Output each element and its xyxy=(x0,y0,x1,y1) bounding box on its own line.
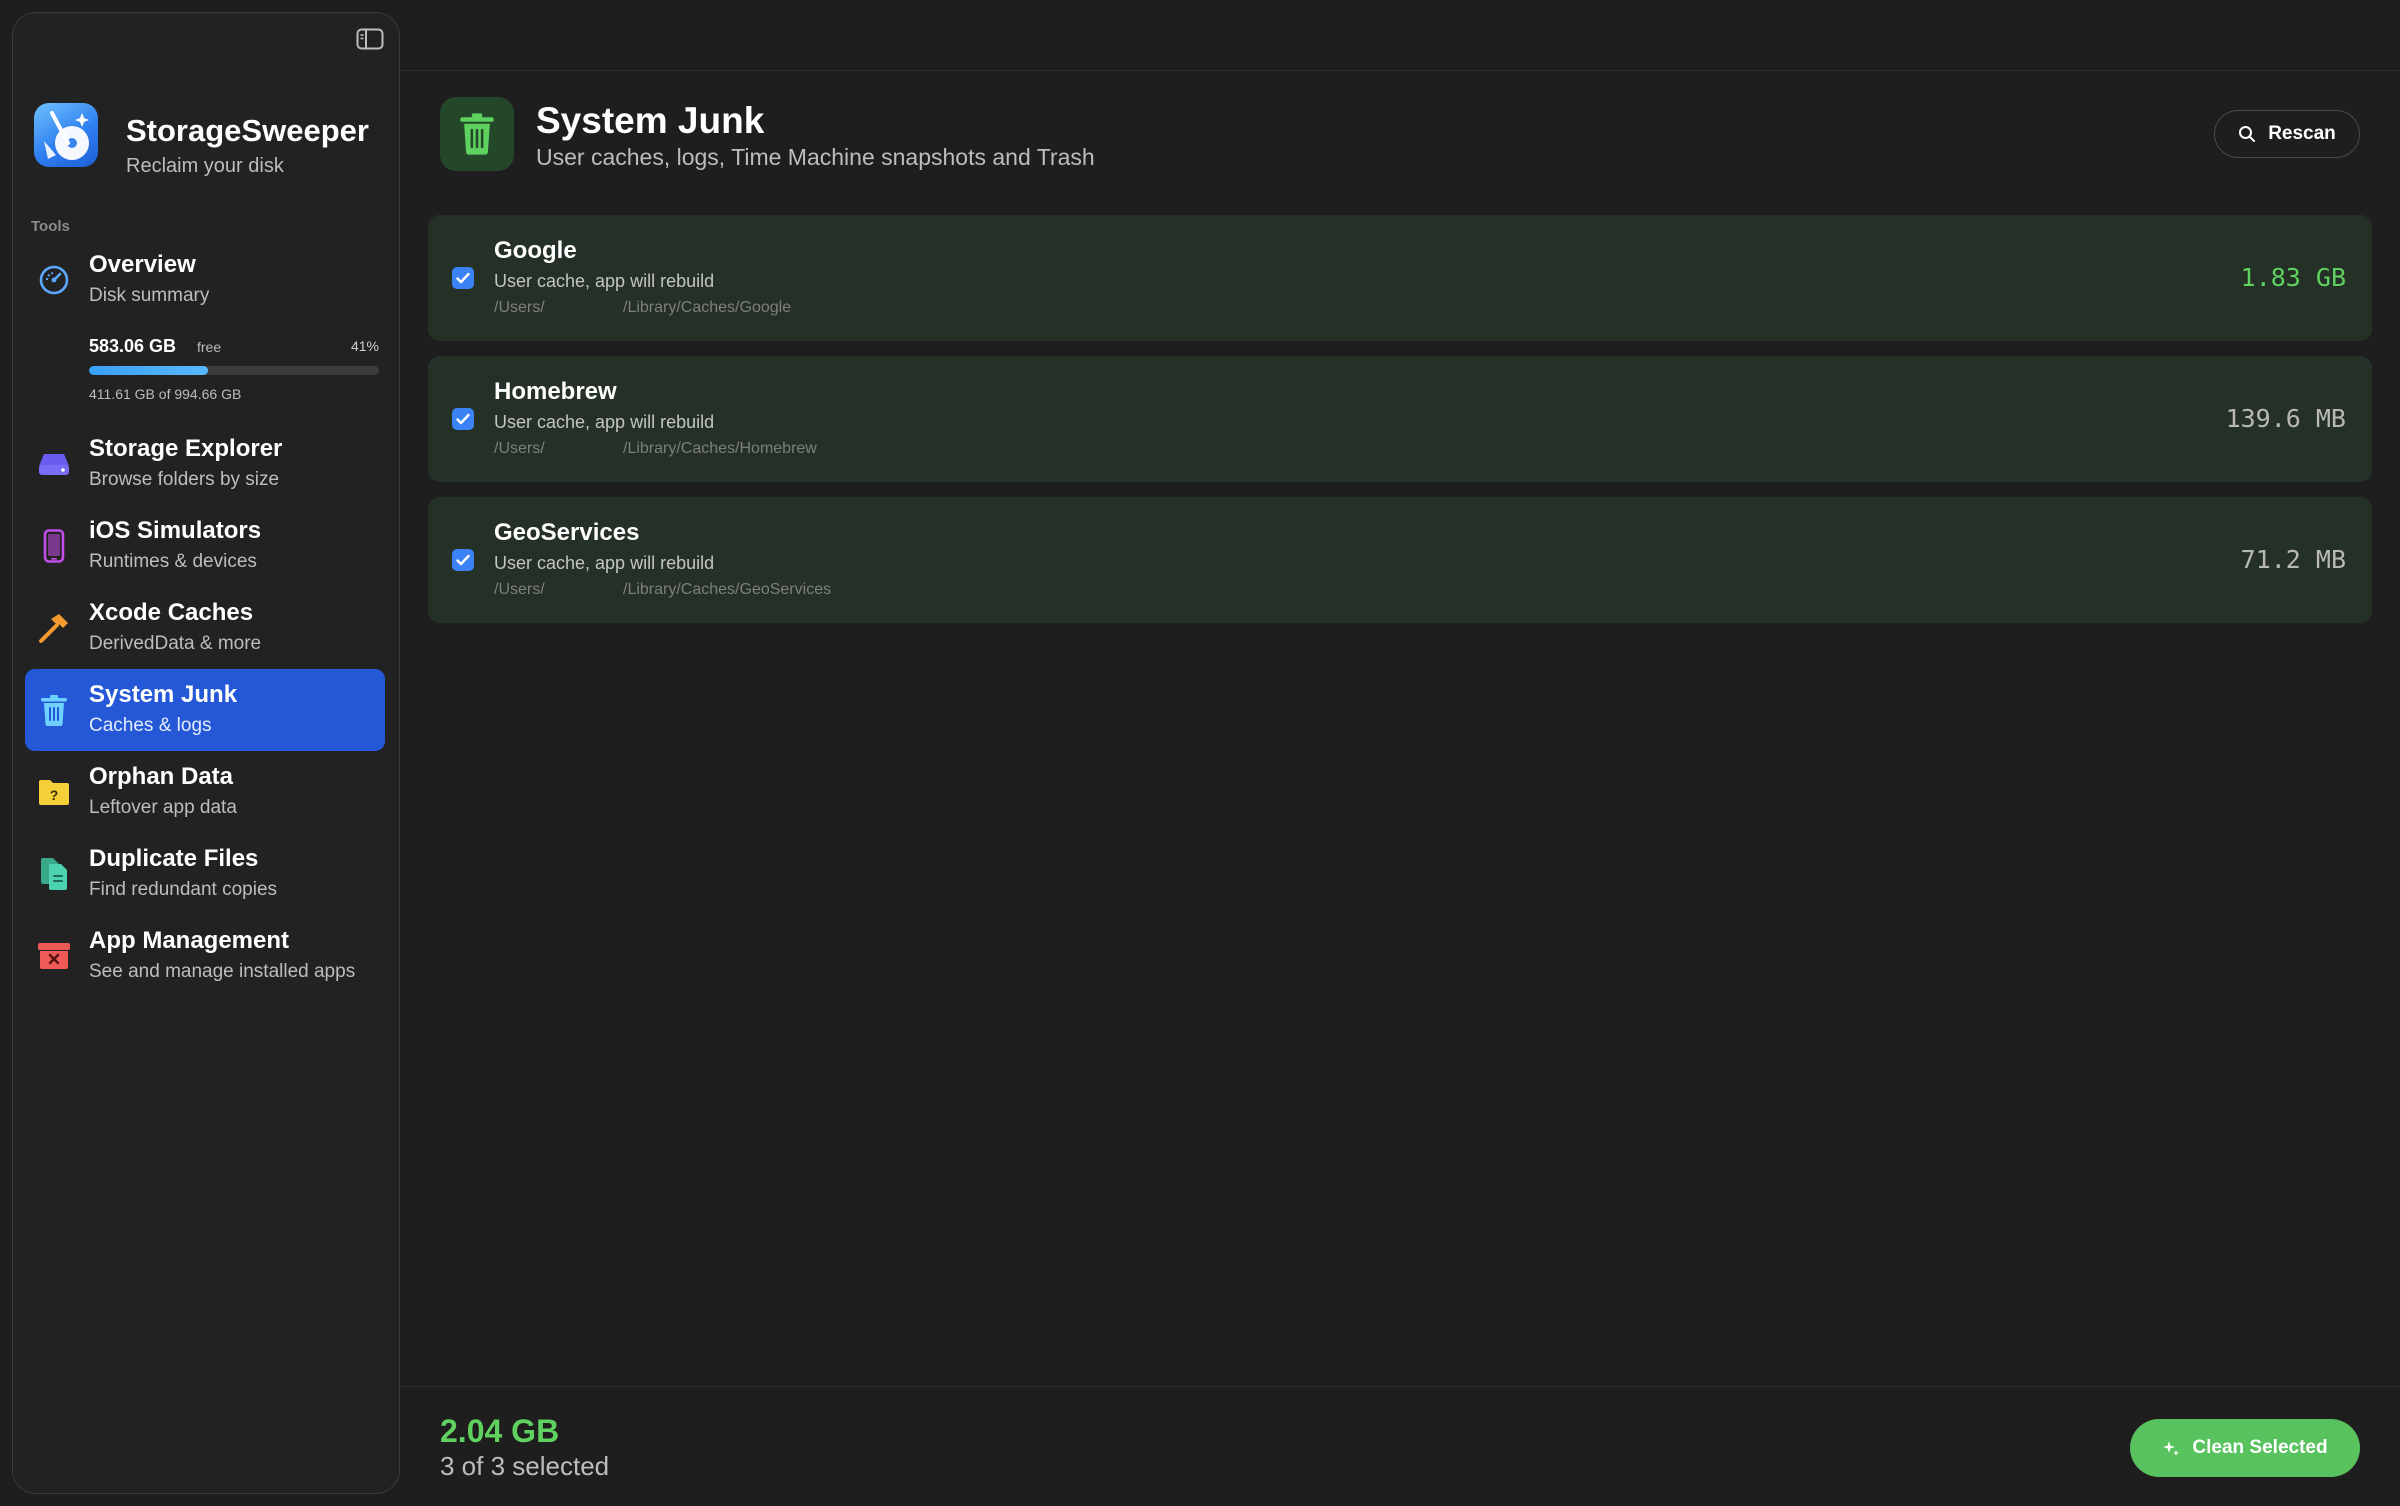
item-path-prefix: /Users/ xyxy=(494,440,545,457)
sidebar-item-system-junk[interactable]: System Junk Caches & logs xyxy=(25,669,385,751)
app-brand: StorageSweeper Reclaim your disk xyxy=(34,103,394,183)
sidebar-item-storage-explorer[interactable]: Storage Explorer Browse folders by size xyxy=(25,423,385,505)
sidebar-item-overview[interactable]: Overview Disk summary xyxy=(25,239,385,321)
checkmark-icon xyxy=(456,272,470,284)
iphone-icon xyxy=(35,527,73,565)
item-path-prefix: /Users/ xyxy=(494,581,545,598)
sidebar-item-title: Overview xyxy=(89,251,196,278)
sidebar-item-subtitle: Find redundant copies xyxy=(89,879,278,900)
disk-free-value: 583.06 GB xyxy=(89,336,177,356)
selected-total-size: 2.04 GB xyxy=(440,1413,560,1449)
sidebar-item-subtitle: DerivedData & more xyxy=(89,633,262,654)
sidebar-item-title: Storage Explorer xyxy=(89,435,283,462)
junk-item-row[interactable]: GeoServices User cache, app will rebuild… xyxy=(428,497,2372,623)
sidebar-item-orphan-data[interactable]: ? Orphan Data Leftover app data xyxy=(25,751,385,833)
rescan-label: Rescan xyxy=(2268,123,2336,144)
page-subtitle: User caches, logs, Time Machine snapshot… xyxy=(536,144,1095,170)
item-name: Google xyxy=(494,237,577,264)
junk-item-row[interactable]: Google User cache, app will rebuild /Use… xyxy=(428,215,2372,341)
sidebar-item-title: Orphan Data xyxy=(89,763,234,790)
sidebar-section-label: Tools xyxy=(31,218,70,235)
sidebar-item-app-management[interactable]: App Management See and manage installed … xyxy=(25,915,385,997)
item-path-suffix: /Library/Caches/GeoServices xyxy=(623,581,832,598)
checkmark-icon xyxy=(456,554,470,566)
drive-icon xyxy=(35,445,73,483)
search-icon xyxy=(2239,126,2256,142)
sidebar-item-subtitle: Leftover app data xyxy=(89,797,237,818)
disk-usage-bar-fill xyxy=(89,366,208,375)
sidebar-item-subtitle: Caches & logs xyxy=(89,715,212,736)
sparkle-icon xyxy=(2163,1441,2180,1456)
sidebar-item-subtitle: Disk summary xyxy=(89,285,210,306)
header-trash-icon xyxy=(440,97,514,171)
sidebar-item-title: Duplicate Files xyxy=(89,845,259,872)
window-toolbar xyxy=(400,0,2400,71)
sidebar-item-subtitle: Browse folders by size xyxy=(89,469,280,490)
sidebar-item-ios-simulators[interactable]: iOS Simulators Runtimes & devices xyxy=(25,505,385,587)
rescan-button[interactable]: Rescan xyxy=(2214,110,2360,158)
sidebar-item-title: iOS Simulators xyxy=(89,517,262,544)
sidebar-item-subtitle: See and manage installed apps xyxy=(89,961,356,982)
disk-free-label: free xyxy=(197,339,222,355)
disk-usage-summary: 583.06 GB free 41% 411.61 GB of 994.66 G… xyxy=(89,333,379,403)
checkmark-icon xyxy=(456,413,470,425)
disk-percent: 41% xyxy=(350,338,379,354)
sidebar: StorageSweeper Reclaim your disk Tools O… xyxy=(12,12,400,1494)
app-logo-icon xyxy=(34,103,98,167)
sidebar-item-title: Xcode Caches xyxy=(89,599,254,626)
clean-selected-button[interactable]: Clean Selected xyxy=(2130,1419,2360,1477)
hammer-icon xyxy=(35,609,73,647)
disk-usage-text: 411.61 GB of 994.66 GB xyxy=(89,386,242,402)
sidebar-item-title: App Management xyxy=(89,927,290,954)
sidebar-item-xcode-caches[interactable]: Xcode Caches DerivedData & more xyxy=(25,587,385,669)
item-name: Homebrew xyxy=(494,378,617,405)
svg-text:?: ? xyxy=(50,787,59,803)
item-path-prefix: /Users/ xyxy=(494,299,545,316)
archive-x-icon xyxy=(35,937,73,975)
item-checkbox[interactable] xyxy=(452,408,474,430)
item-size: 1.83 GB xyxy=(2240,263,2346,292)
clean-selected-label: Clean Selected xyxy=(2192,1437,2328,1458)
selection-footer: 2.04 GB 3 of 3 selected Clean Selected xyxy=(400,1386,2400,1506)
item-size: 139.6 MB xyxy=(2225,404,2346,433)
item-size: 71.2 MB xyxy=(2240,545,2346,574)
sidebar-toggle-button[interactable] xyxy=(353,24,387,54)
junk-item-row[interactable]: Homebrew User cache, app will rebuild /U… xyxy=(428,356,2372,482)
sidebar-item-subtitle: Runtimes & devices xyxy=(89,551,257,572)
item-path-suffix: /Library/Caches/Google xyxy=(623,299,792,316)
main-content: System Junk User caches, logs, Time Mach… xyxy=(400,0,2400,1506)
page-title: System Junk xyxy=(536,100,765,141)
trash-icon xyxy=(35,691,73,729)
selection-summary: 3 of 3 selected xyxy=(440,1451,610,1481)
item-description: User cache, app will rebuild xyxy=(494,553,715,573)
app-window: StorageSweeper Reclaim your disk Tools O… xyxy=(0,0,2400,1506)
app-tagline: Reclaim your disk xyxy=(126,155,284,177)
item-checkbox[interactable] xyxy=(452,549,474,571)
sidebar-toggle-icon xyxy=(356,28,384,50)
sidebar-item-title: System Junk xyxy=(89,681,238,708)
item-name: GeoServices xyxy=(494,519,640,546)
sidebar-item-duplicate-files[interactable]: Duplicate Files Find redundant copies xyxy=(25,833,385,915)
question-folder-icon: ? xyxy=(35,773,73,811)
item-path-suffix: /Library/Caches/Homebrew xyxy=(623,440,817,457)
item-description: User cache, app will rebuild xyxy=(494,271,715,291)
gauge-icon xyxy=(35,261,73,299)
duplicate-docs-icon xyxy=(35,855,73,893)
item-checkbox[interactable] xyxy=(452,267,474,289)
app-name: StorageSweeper xyxy=(126,113,369,148)
disk-usage-bar xyxy=(89,366,379,375)
item-description: User cache, app will rebuild xyxy=(494,412,715,432)
